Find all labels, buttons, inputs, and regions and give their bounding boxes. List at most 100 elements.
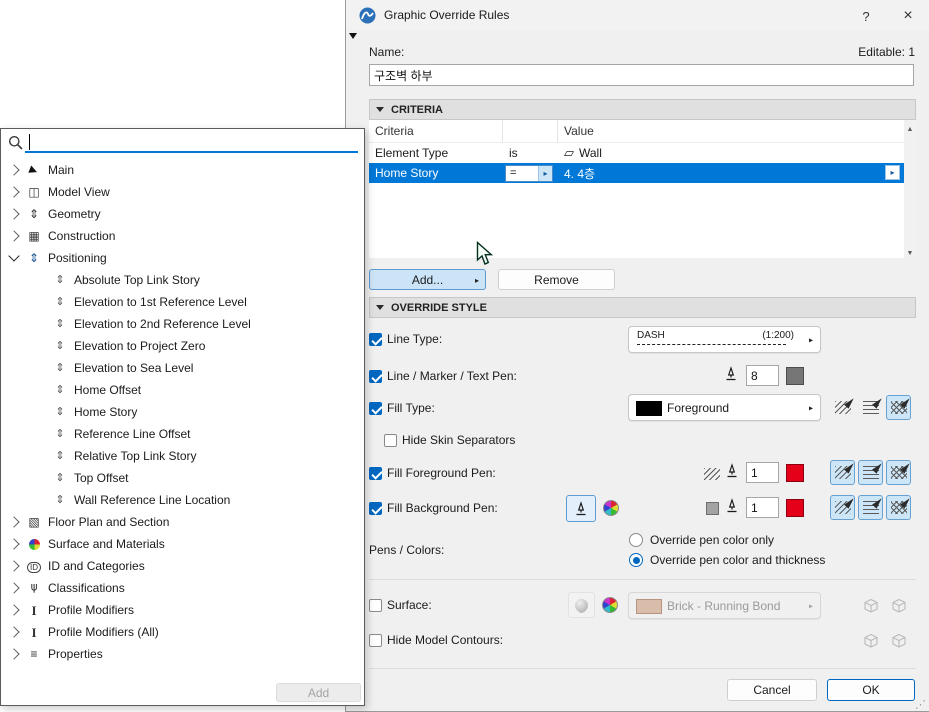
scroll-down-icon[interactable] bbox=[907, 244, 914, 258]
chevron-down-icon[interactable] bbox=[8, 250, 20, 262]
override-cover-fill-button[interactable] bbox=[858, 395, 883, 420]
tree-item-home-offset[interactable]: Home Offset bbox=[1, 379, 362, 401]
add-criteria-button[interactable]: Add... ▸ bbox=[369, 269, 486, 290]
search-input[interactable] bbox=[27, 132, 361, 153]
override-cut-fill-button[interactable] bbox=[830, 395, 855, 420]
contours-cut-button[interactable] bbox=[858, 628, 883, 653]
tree-item-reference-line-offset[interactable]: Reference Line Offset bbox=[1, 423, 362, 445]
bg-cover-fill-button[interactable] bbox=[858, 495, 883, 520]
tree-item-profile-modifiers-all[interactable]: Profile Modifiers (All) bbox=[1, 621, 362, 643]
tree-item-properties[interactable]: Properties bbox=[1, 643, 362, 665]
criteria-operator[interactable]: is bbox=[503, 143, 558, 163]
fill-fg-pen-color-swatch[interactable] bbox=[786, 464, 804, 482]
chevron-right-icon[interactable] bbox=[8, 186, 20, 198]
pen-color-thickness-radio[interactable] bbox=[629, 553, 643, 567]
chevron-right-icon[interactable] bbox=[8, 604, 20, 616]
tree-item-elevation-1st-ref[interactable]: Elevation to 1st Reference Level bbox=[1, 291, 362, 313]
value-dropdown-icon[interactable] bbox=[885, 165, 900, 180]
color-wheel-icon[interactable] bbox=[602, 597, 618, 613]
tree-item-elevation-project-zero[interactable]: Elevation to Project Zero bbox=[1, 335, 362, 357]
chevron-right-icon[interactable] bbox=[8, 648, 20, 660]
chevron-right-icon[interactable] bbox=[8, 208, 20, 220]
line-pen-checkbox[interactable] bbox=[369, 370, 382, 383]
surface-cut-button[interactable] bbox=[858, 593, 883, 618]
criteria-scrollbar[interactable] bbox=[904, 120, 916, 258]
line-pen-color-swatch[interactable] bbox=[786, 367, 804, 385]
tree-item-label: Surface and Materials bbox=[48, 537, 165, 551]
chevron-right-icon[interactable] bbox=[8, 164, 20, 176]
tree-item-absolute-top-link-story[interactable]: Absolute Top Link Story bbox=[1, 269, 362, 291]
surface-dropdown[interactable]: Brick - Running Bond ▸ bbox=[628, 592, 821, 619]
tree-item-construction[interactable]: Construction bbox=[1, 225, 362, 247]
dialog-titlebar[interactable]: Graphic Override Rules ? × bbox=[346, 0, 929, 30]
bg-cut-fill-button[interactable] bbox=[830, 495, 855, 520]
override-style-section-header[interactable]: OVERRIDE STYLE bbox=[369, 297, 916, 318]
fill-fg-pen-number-input[interactable] bbox=[746, 462, 779, 483]
chevron-right-icon[interactable] bbox=[8, 560, 20, 572]
cancel-button[interactable]: Cancel bbox=[727, 679, 817, 701]
contours-cover-button[interactable] bbox=[886, 628, 911, 653]
fg-cover-fill-button[interactable] bbox=[858, 460, 883, 485]
surface-picker-button[interactable] bbox=[568, 592, 595, 618]
tree-item-classifications[interactable]: Classifications bbox=[1, 577, 362, 599]
chevron-right-icon[interactable] bbox=[8, 626, 20, 638]
tree-item-elevation-2nd-ref[interactable]: Elevation to 2nd Reference Level bbox=[1, 313, 362, 335]
tree-item-relative-top-link-story[interactable]: Relative Top Link Story bbox=[1, 445, 362, 467]
line-type-checkbox[interactable] bbox=[369, 333, 382, 346]
fg-drafting-fill-button[interactable] bbox=[886, 460, 911, 485]
operator-combo[interactable]: = bbox=[505, 164, 553, 182]
hide-skin-separators-checkbox[interactable] bbox=[384, 434, 397, 447]
tree-item-main[interactable]: Main bbox=[1, 159, 362, 181]
criteria-row-home-story[interactable]: Home Story = 4. 4층 bbox=[369, 163, 904, 183]
fill-bg-pen-number-input[interactable] bbox=[746, 497, 779, 518]
surface-cover-button[interactable] bbox=[886, 593, 911, 618]
resize-grip[interactable]: ⋰ bbox=[915, 698, 926, 711]
tree-item-wall-reference-line-location[interactable]: Wall Reference Line Location bbox=[1, 489, 362, 511]
rule-name-input[interactable] bbox=[369, 64, 914, 86]
help-button[interactable]: ? bbox=[855, 6, 877, 26]
remove-criteria-button[interactable]: Remove bbox=[498, 269, 615, 290]
override-drafting-fill-button[interactable] bbox=[886, 395, 911, 420]
fill-foreground-pen-checkbox[interactable] bbox=[369, 467, 382, 480]
fill-background-pen-checkbox[interactable] bbox=[369, 502, 382, 515]
tree-item-elevation-sea-level[interactable]: Elevation to Sea Level bbox=[1, 357, 362, 379]
tree-item-model-view[interactable]: Model View bbox=[1, 181, 362, 203]
tree-item-floor-plan-and-section[interactable]: Floor Plan and Section bbox=[1, 511, 362, 533]
color-wheel-icon[interactable] bbox=[603, 500, 619, 516]
chevron-right-icon[interactable] bbox=[8, 230, 20, 242]
tree-item-home-story[interactable]: Home Story bbox=[1, 401, 362, 423]
hide-model-contours-checkbox[interactable] bbox=[369, 634, 382, 647]
positioning-property-icon bbox=[51, 495, 69, 506]
fill-bg-pen-color-swatch[interactable] bbox=[786, 499, 804, 517]
bg-drafting-fill-button[interactable] bbox=[886, 495, 911, 520]
criteria-section-header[interactable]: CRITERIA bbox=[369, 99, 916, 120]
tree-item-profile-modifiers[interactable]: Profile Modifiers bbox=[1, 599, 362, 621]
tree-add-button[interactable]: Add bbox=[276, 683, 361, 702]
pen-color-only-radio[interactable] bbox=[629, 533, 643, 547]
chevron-right-icon[interactable] bbox=[8, 516, 20, 528]
criteria-value[interactable]: 4. 4층 bbox=[558, 163, 904, 183]
line-type-dropdown[interactable]: DASH (1:200) ▸ bbox=[628, 326, 821, 353]
tree-item-geometry[interactable]: Geometry bbox=[1, 203, 362, 225]
criteria-value[interactable]: ▱ Wall bbox=[558, 143, 904, 163]
line-type-scale: (1:200) bbox=[762, 330, 794, 341]
chevron-right-icon[interactable] bbox=[8, 582, 20, 594]
tree-item-id-and-categories[interactable]: ID and Categories bbox=[1, 555, 362, 577]
tree-item-top-offset[interactable]: Top Offset bbox=[1, 467, 362, 489]
operator-dropdown-icon[interactable] bbox=[538, 165, 552, 181]
criteria-row-element-type[interactable]: Element Type is ▱ Wall bbox=[369, 143, 904, 163]
fill-type-checkbox[interactable] bbox=[369, 402, 382, 415]
surface-checkbox[interactable] bbox=[369, 599, 382, 612]
fg-cut-fill-button[interactable] bbox=[830, 460, 855, 485]
background-pen-picker-button[interactable] bbox=[566, 495, 596, 522]
tree-item-positioning[interactable]: Positioning bbox=[1, 247, 362, 269]
line-pen-number-input[interactable] bbox=[746, 365, 779, 386]
criteria-name: Element Type bbox=[375, 146, 449, 160]
close-icon[interactable]: × bbox=[897, 6, 919, 26]
tree-item-label: Elevation to Sea Level bbox=[74, 361, 194, 375]
tree-item-surface-and-materials[interactable]: Surface and Materials bbox=[1, 533, 362, 555]
chevron-right-icon[interactable] bbox=[8, 538, 20, 550]
scroll-up-icon[interactable] bbox=[907, 120, 914, 134]
ok-button[interactable]: OK bbox=[827, 679, 915, 701]
fill-type-dropdown[interactable]: Foreground ▸ bbox=[628, 394, 821, 421]
